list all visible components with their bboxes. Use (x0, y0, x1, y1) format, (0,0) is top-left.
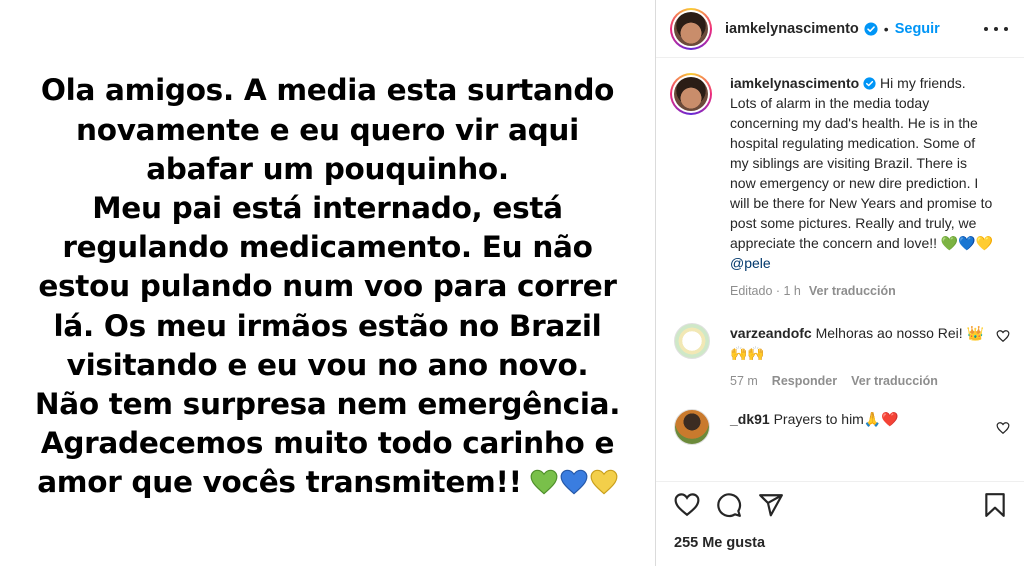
blue-heart-icon (560, 469, 588, 495)
comment-like-icon[interactable] (996, 329, 1010, 343)
follow-button[interactable]: Seguir (895, 21, 940, 37)
image-text-line: Ola amigos. A media esta surtando (40, 73, 615, 108)
yellow-heart-icon (590, 469, 618, 495)
image-text-line: amor que vocês transmitem!! (37, 465, 522, 500)
comment-text: Prayers to him🙏❤️ (769, 411, 899, 427)
likes-count[interactable]: 255 Me gusta (656, 518, 1024, 551)
comment-avatar[interactable] (674, 409, 710, 445)
green-heart-icon (530, 469, 558, 495)
caption-text-block: iamkelynascimento Hi my friends. Lots of… (730, 73, 995, 273)
verified-badge-icon (864, 21, 878, 36)
image-text-line: novamente e eu quero vir aqui (76, 112, 579, 147)
comment-like-icon[interactable] (996, 421, 1010, 435)
post-sidebar: iamkelynascimento • Seguir iamkelynascim… (655, 0, 1024, 566)
post-caption: iamkelynascimento Hi my friends. Lots of… (670, 59, 1010, 301)
caption-edited: Editado · 1 h (730, 284, 801, 298)
comment-bubble-icon[interactable] (716, 492, 742, 518)
bookmark-icon[interactable] (982, 492, 1008, 518)
header-username[interactable]: iamkelynascimento (725, 21, 859, 37)
comment-avatar[interactable] (674, 323, 710, 359)
comment-username[interactable]: varzeandofc (730, 325, 812, 341)
comment-username[interactable]: _dk91 (730, 411, 770, 427)
caption-mention[interactable]: @pele (730, 255, 771, 271)
comment-meta: 57 m Responder Ver traducción (730, 371, 1000, 391)
caption-meta: Editado · 1 h Ver traducción (730, 281, 995, 301)
image-text-line: Meu pai está internado, está (92, 190, 563, 225)
verified-badge-icon (863, 77, 876, 90)
image-text-line: regulando medicamento. Eu não (62, 230, 593, 265)
comment-reply-link[interactable]: Responder (772, 374, 837, 388)
image-text-line: lá. Os meu irmãos estão no Brazil (53, 308, 602, 343)
caption-text: Hi my friends. Lots of alarm in the medi… (730, 75, 994, 251)
comment-translate-link[interactable]: Ver traducción (851, 374, 938, 388)
image-text-line: visitando e eu vou no ano novo. (66, 347, 589, 382)
comment-item: varzeandofc Melhoras ao nosso Rei! 👑 🙌🙌 … (670, 323, 1010, 391)
image-text-line: Não tem surpresa nem emergência. (34, 387, 621, 421)
comments-section[interactable]: iamkelynascimento Hi my friends. Lots of… (656, 59, 1024, 481)
caption-body: iamkelynascimento Hi my friends. Lots of… (730, 73, 995, 301)
image-text-line: estou pulando num voo para correr (38, 269, 617, 304)
image-text-line: Agradecemos muito todo carinho e (40, 426, 615, 461)
comment-body: varzeandofc Melhoras ao nosso Rei! 👑 🙌🙌 … (730, 323, 1000, 391)
post-image: Ola amigos. A media esta surtando novame… (0, 0, 655, 566)
avatar[interactable] (670, 7, 712, 50)
caption-username[interactable]: iamkelynascimento (730, 75, 859, 91)
like-heart-icon[interactable] (674, 492, 700, 518)
header-separator: • (883, 20, 889, 37)
image-hearts (530, 469, 618, 495)
comment-body: _dk91 Prayers to him🙏❤️ (730, 409, 1000, 445)
share-send-icon[interactable] (758, 492, 784, 518)
actions-bar: 255 Me gusta (656, 481, 1024, 566)
comment-item: _dk91 Prayers to him🙏❤️ (670, 409, 1010, 445)
image-text-line: abafar um pouquinho. (146, 151, 509, 186)
comment-time: 57 m (730, 374, 758, 388)
more-options-icon[interactable] (984, 20, 1008, 38)
action-icons (656, 482, 1024, 518)
post-image-text: Ola amigos. A media esta surtando novame… (18, 71, 638, 502)
image-text-last-line: amor que vocês transmitem!! (18, 463, 638, 502)
post-header: iamkelynascimento • Seguir (656, 0, 1024, 58)
caption-avatar[interactable] (670, 73, 712, 115)
caption-translate-link[interactable]: Ver traducción (809, 284, 896, 298)
